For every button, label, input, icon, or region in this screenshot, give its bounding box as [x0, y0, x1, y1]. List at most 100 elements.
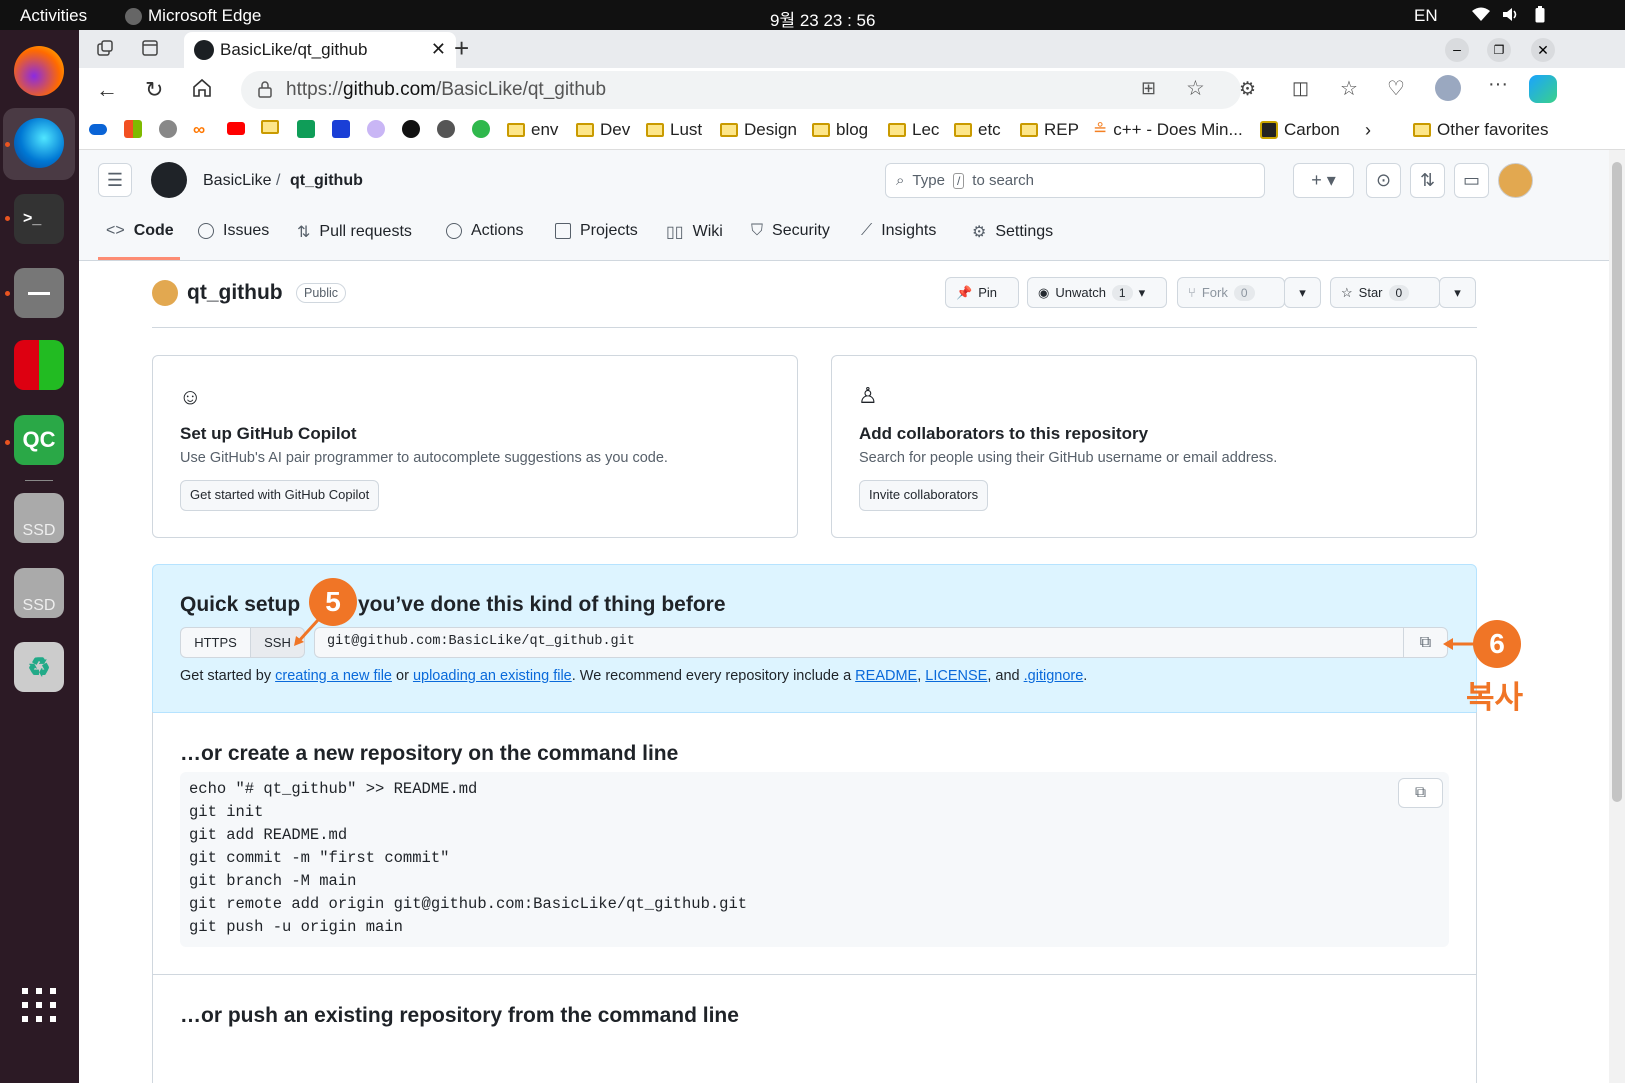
bookmark-folder-lust[interactable]: Lust [646, 120, 702, 140]
ssd-drive-icon[interactable]: SSD [14, 493, 64, 543]
edge-app-icon[interactable] [14, 118, 64, 168]
restore-icon[interactable]: ❐ [1487, 38, 1511, 62]
leaf-app-icon[interactable] [472, 120, 490, 138]
tab-issues[interactable]: Issues [198, 222, 269, 240]
lock-icon[interactable] [257, 80, 273, 104]
split-screen-icon[interactable]: ◫ [1292, 78, 1309, 99]
inbox-icon[interactable]: ▭ [1454, 163, 1489, 198]
ssd-drive-icon[interactable]: SSD [14, 568, 64, 618]
scrollbar-thumb[interactable] [1612, 162, 1622, 802]
bookmark-folder-env[interactable]: env [507, 120, 558, 140]
show-apps-icon[interactable] [22, 988, 56, 1022]
shield-app-icon[interactable] [367, 120, 385, 138]
app-available-icon[interactable]: ⊞ [1141, 78, 1156, 99]
fork-dropdown[interactable]: ▾ [1284, 277, 1321, 308]
copilot-icon[interactable] [1529, 75, 1557, 103]
qt-creator-icon[interactable]: QC [14, 415, 64, 465]
breadcrumb-owner[interactable]: BasicLike [203, 172, 271, 190]
clock[interactable]: 9월 23 23 : 56 [770, 6, 875, 31]
fork-button[interactable]: ⑂ Fork 0 [1177, 277, 1285, 308]
creating-new-file-link[interactable]: creating a new file [275, 668, 392, 684]
license-link[interactable]: LICENSE [925, 668, 987, 684]
bookmark-stackoverflow[interactable]: ≗ c++ - Does Min... [1093, 120, 1243, 140]
apple-icon[interactable] [159, 120, 177, 138]
app-grid-colored-icon[interactable] [14, 340, 64, 390]
tab-insights[interactable]: ⟋ Insights [861, 222, 936, 240]
close-tab-icon[interactable]: ✕ [431, 39, 446, 60]
coupang-icon[interactable]: ∞ [193, 120, 205, 140]
bookmark-carbon[interactable]: Carbon [1260, 120, 1340, 140]
sheets-icon[interactable] [297, 120, 315, 138]
copy-url-button[interactable]: ⧉ [1403, 627, 1448, 658]
url-field[interactable]: https://github.com/BasicLike/qt_github ⊞… [241, 71, 1241, 109]
tab-actions[interactable]: Actions [446, 222, 523, 240]
wifi-icon[interactable] [1472, 7, 1490, 27]
battery-icon[interactable] [1535, 6, 1545, 28]
readme-link[interactable]: README [855, 668, 917, 684]
uploading-existing-file-link[interactable]: uploading an existing file [413, 668, 572, 684]
tab-projects[interactable]: Projects [555, 222, 638, 240]
onedrive-icon[interactable] [89, 120, 107, 135]
d-app-icon[interactable] [332, 120, 350, 138]
user-avatar[interactable] [1498, 163, 1533, 198]
other-favorites[interactable]: Other favorites [1413, 120, 1549, 140]
home-icon[interactable] [192, 78, 212, 103]
bookmark-folder-etc[interactable]: etc [954, 120, 1001, 140]
profile-avatar[interactable] [1435, 75, 1461, 101]
terminal-icon[interactable]: >_ [14, 194, 64, 244]
github-icon[interactable] [402, 120, 420, 138]
github-logo-icon[interactable] [151, 162, 187, 198]
bookmark-folder-lec[interactable]: Lec [888, 120, 939, 140]
get-started-copilot-button[interactable]: Get started with GitHub Copilot [180, 480, 380, 511]
browser-essentials-icon[interactable]: ♡ [1387, 76, 1405, 101]
favorite-star-icon[interactable]: ☆ [1186, 76, 1205, 101]
clone-url-input[interactable]: git@github.com:BasicLike/qt_github.git [314, 627, 1404, 658]
tab-wiki[interactable]: ▯▯ Wiki [666, 222, 723, 242]
issues-icon[interactable]: ⊙ [1366, 163, 1401, 198]
https-toggle[interactable]: HTTPS [180, 627, 251, 658]
breadcrumb-repo[interactable]: qt_github [290, 172, 363, 190]
bookmark-folder-rep[interactable]: REP [1020, 120, 1079, 140]
files-icon[interactable] [14, 268, 64, 318]
openai-icon[interactable] [437, 120, 455, 138]
refresh-icon[interactable]: ↻ [145, 77, 163, 103]
tab-settings[interactable]: ⚙ Settings [972, 222, 1053, 242]
repo-title[interactable]: qt_github [187, 281, 283, 305]
unwatch-button[interactable]: ◉ Unwatch 1 ▾ [1027, 277, 1167, 308]
tab-code[interactable]: <> Code [106, 222, 174, 240]
back-icon[interactable]: ← [96, 77, 118, 103]
page-scrollbar[interactable] [1609, 150, 1625, 1083]
bookmark-folder-blog[interactable]: blog [812, 120, 868, 140]
gitignore-link[interactable]: .gitignore [1024, 668, 1084, 684]
star-button[interactable]: ☆ Star 0 [1330, 277, 1440, 308]
youtube-icon[interactable] [227, 120, 245, 135]
tab-actions-icon[interactable] [141, 39, 159, 62]
bookmark-folder-design[interactable]: Design [720, 120, 797, 140]
folder-icon[interactable] [261, 120, 279, 134]
favorites-icon[interactable]: ☆ [1340, 76, 1358, 101]
workspaces-icon[interactable] [96, 39, 114, 62]
tab-security[interactable]: ⛉ Security [751, 222, 830, 240]
firefox-icon[interactable] [14, 46, 64, 96]
chevron-right-icon[interactable]: › [1365, 120, 1371, 141]
create-new-button[interactable]: + ▾ [1293, 163, 1354, 198]
input-language[interactable]: EN [1414, 6, 1438, 26]
trash-icon[interactable]: ♻ [14, 642, 64, 692]
browser-tab[interactable]: BasicLike/qt_github ✕ [184, 32, 456, 68]
minimize-icon[interactable]: – [1445, 38, 1469, 62]
app-menu[interactable]: Microsoft Edge [125, 6, 261, 26]
tab-pull-requests[interactable]: ⇅ Pull requests [297, 222, 412, 242]
invite-collaborators-button[interactable]: Invite collaborators [859, 480, 989, 511]
volume-icon[interactable] [1502, 7, 1518, 27]
star-dropdown[interactable]: ▾ [1439, 277, 1476, 308]
bookmark-folder-dev[interactable]: Dev [576, 120, 630, 140]
more-options-icon[interactable]: ··· [1488, 73, 1508, 96]
hamburger-menu-icon[interactable]: ☰ [98, 163, 132, 197]
microsoft-icon[interactable] [124, 120, 142, 138]
new-tab-icon[interactable]: + [454, 33, 469, 64]
activities-button[interactable]: Activities [20, 6, 87, 26]
search-input[interactable]: ⌕ Type / to search [885, 163, 1265, 198]
pin-button[interactable]: 📌 Pin [945, 277, 1019, 308]
copy-commands-button[interactable]: ⧉ [1398, 778, 1443, 808]
close-window-icon[interactable]: ✕ [1531, 38, 1555, 62]
